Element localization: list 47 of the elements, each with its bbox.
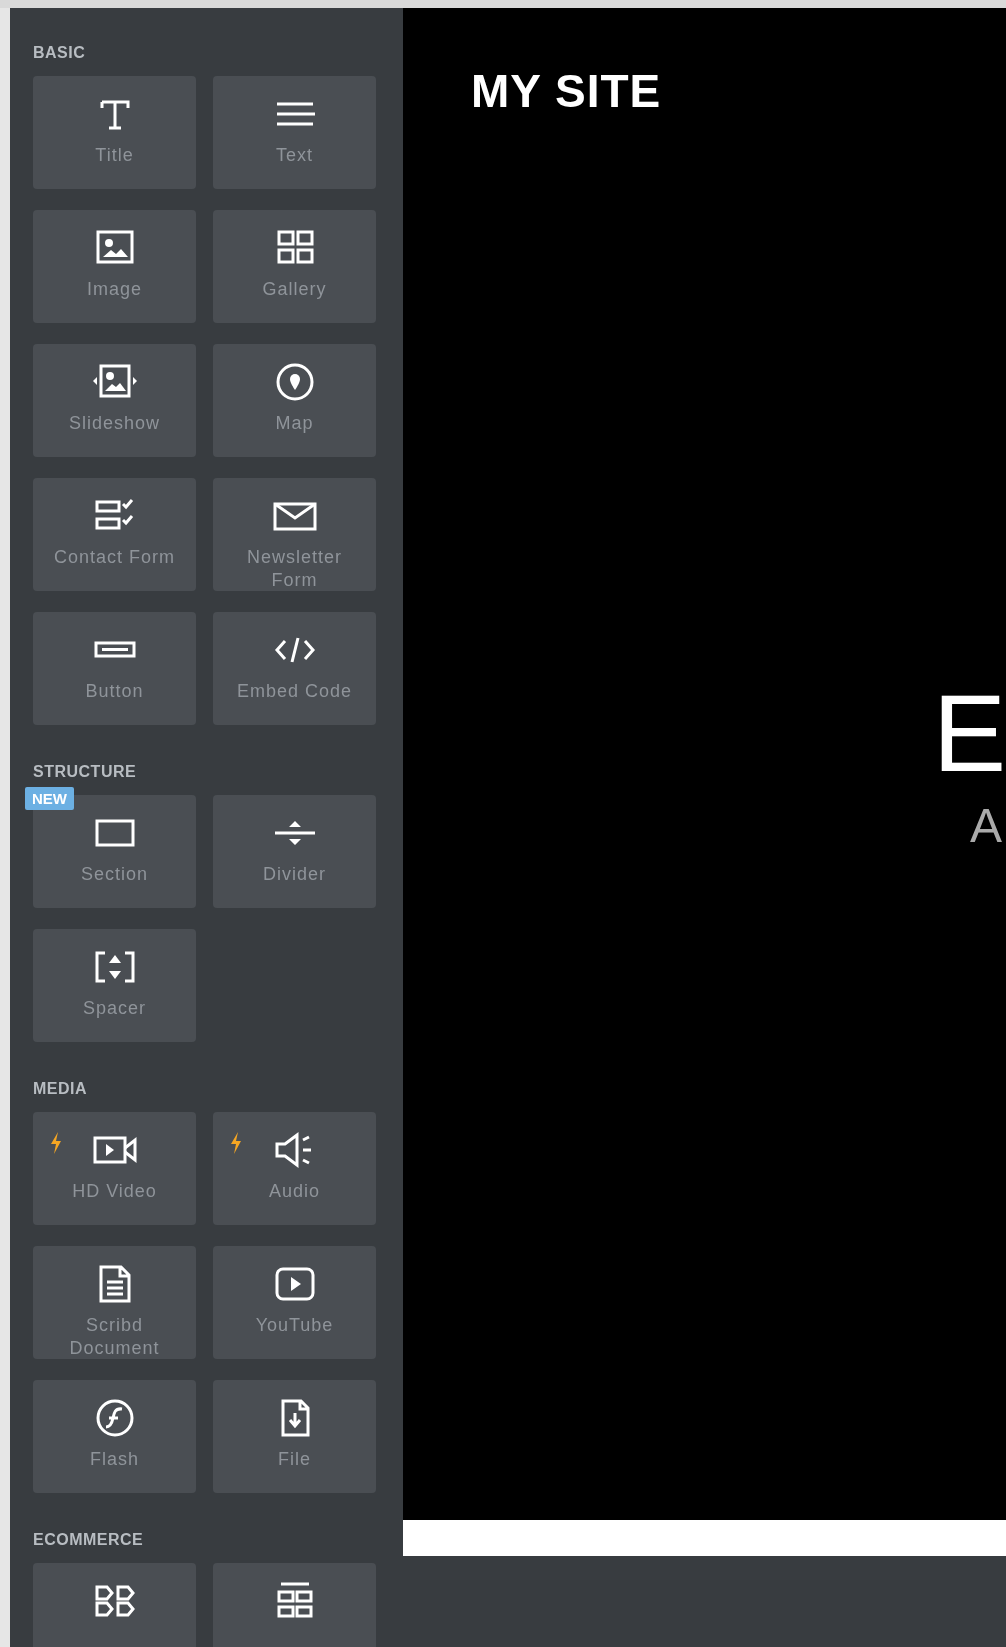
- tile-label: Button: [85, 680, 144, 703]
- element-tile[interactable]: Newsletter Form: [213, 478, 376, 591]
- element-tile[interactable]: Slideshow: [33, 344, 196, 457]
- tile-label: Spacer: [82, 997, 146, 1020]
- tile-label: Slideshow: [68, 412, 160, 435]
- element-tile[interactable]: Contact Form: [33, 478, 196, 591]
- element-tile[interactable]: Flash: [33, 1380, 196, 1493]
- section-heading: STRUCTURE: [33, 763, 138, 781]
- tile-label: Text: [276, 144, 313, 167]
- element-tile[interactable]: HD Video: [33, 1112, 196, 1225]
- element-tile[interactable]: Title: [33, 76, 196, 189]
- element-tile[interactable]: YouTube: [213, 1246, 376, 1359]
- site-title: MY SITE: [471, 64, 663, 118]
- tile-label: YouTube: [255, 1314, 334, 1337]
- section-heading: ECOMMERCE: [33, 1531, 145, 1549]
- new-badge: NEW: [25, 787, 74, 810]
- hero-subheading: A: [970, 798, 1002, 853]
- element-tile[interactable]: [213, 1563, 376, 1647]
- element-tile[interactable]: Spacer: [33, 929, 196, 1042]
- tile-label: File: [278, 1448, 311, 1471]
- tile-label: HD Video: [72, 1180, 157, 1203]
- tile-label: Scribd Document: [68, 1314, 161, 1360]
- tile-label: Embed Code: [236, 680, 353, 703]
- hero-heading: E: [932, 678, 1006, 788]
- element-tile[interactable]: Audio: [213, 1112, 376, 1225]
- element-tile[interactable]: Scribd Document: [33, 1246, 196, 1359]
- element-tile[interactable]: [33, 1563, 196, 1647]
- element-tile[interactable]: Divider: [213, 795, 376, 908]
- tile-label: Map: [275, 412, 314, 435]
- tile-label: Newsletter Form: [246, 546, 343, 592]
- tile-label: Image: [87, 278, 142, 301]
- tile-label: Section: [80, 863, 148, 886]
- element-tile[interactable]: Image: [33, 210, 196, 323]
- section-heading: BASIC: [33, 44, 87, 62]
- section-heading: MEDIA: [33, 1080, 89, 1098]
- element-tile[interactable]: Gallery: [213, 210, 376, 323]
- element-tile[interactable]: File: [213, 1380, 376, 1493]
- tile-label: Divider: [263, 863, 326, 886]
- element-tile[interactable]: Embed Code: [213, 612, 376, 725]
- element-tile[interactable]: Button: [33, 612, 196, 725]
- element-tile[interactable]: Map: [213, 344, 376, 457]
- tile-label: Contact Form: [54, 546, 175, 569]
- tile-label: Title: [95, 144, 134, 167]
- element-tile[interactable]: Text: [213, 76, 376, 189]
- tile-label: Audio: [268, 1180, 320, 1203]
- tile-label: Flash: [90, 1448, 139, 1471]
- tile-label: Gallery: [262, 278, 327, 301]
